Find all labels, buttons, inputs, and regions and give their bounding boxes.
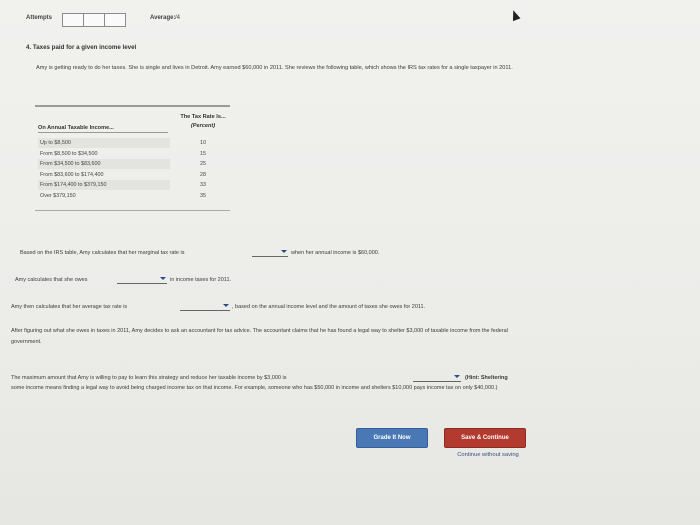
attempt-box <box>62 13 84 27</box>
grade-it-now-button[interactable]: Grade It Now <box>356 428 428 448</box>
col-header-rate-unit: (Percent) <box>190 123 216 129</box>
col-header-rate: The Tax Rate Is... (Percent) <box>177 113 229 131</box>
chevron-down-icon <box>454 375 460 378</box>
rate-cell: 25 <box>200 161 206 167</box>
save-and-continue-button[interactable]: Save & Continue <box>444 428 526 448</box>
chevron-down-icon <box>281 250 287 253</box>
chevron-down-icon <box>223 304 229 307</box>
table-body: Up to $8,500 10 From $8,500 to $34,500 1… <box>35 138 230 201</box>
q1-text-before: Based on the IRS table, Amy calculates t… <box>20 250 185 256</box>
q4-hint-text: some income means finding a legal way to… <box>11 385 498 391</box>
average-rate-dropdown[interactable] <box>180 302 230 311</box>
income-cell: Over $379,150 <box>40 192 76 199</box>
q2-text-after: in income taxes for 2011. <box>170 277 232 283</box>
attempts-label: Attempts <box>26 15 53 21</box>
question-intro: Amy is getting ready to do her taxes. Sh… <box>36 65 513 71</box>
table-row: From $174,400 to $379,150 33 <box>35 180 230 191</box>
rate-cell: 15 <box>200 150 206 157</box>
table-row: From $8,500 to $34,500 15 <box>35 149 230 160</box>
continue-without-saving-link[interactable]: Continue without saving <box>444 452 532 458</box>
max-payment-dropdown[interactable] <box>413 373 461 382</box>
table-top-rule <box>35 105 230 107</box>
rate-cell: 33 <box>200 182 206 188</box>
income-cell: Up to $8,500 <box>38 138 170 148</box>
q4-text-before: The maximum amount that Amy is willing t… <box>11 375 287 381</box>
marginal-rate-dropdown[interactable] <box>252 248 288 257</box>
attempt-box <box>104 13 126 27</box>
accountant-paragraph: After figuring out what she owes in taxe… <box>11 328 508 345</box>
taxes-owed-dropdown[interactable] <box>117 275 167 284</box>
income-cell: From $8,500 to $34,500 <box>40 150 98 157</box>
q4-hint-label: (Hint: Sheltering <box>465 375 508 381</box>
table-row: From $83,600 to $174,400 28 <box>35 170 230 181</box>
attempt-boxes <box>62 13 126 27</box>
q3-text-before: Amy then calculates that her average tax… <box>11 304 128 310</box>
table-row: From $34,500 to $83,600 25 <box>35 159 230 170</box>
q3-text-after: , based on the annual income level and t… <box>232 304 426 310</box>
income-cell: From $174,400 to $379,150 <box>38 180 170 190</box>
q1-text-after: when her annual income is $60,000. <box>291 250 380 256</box>
rate-cell: 10 <box>200 140 206 146</box>
question-title: 4. Taxes paid for a given income level <box>26 44 137 51</box>
table-row: Over $379,150 35 <box>35 191 230 202</box>
income-cell: From $34,500 to $83,600 <box>38 159 170 169</box>
tax-rate-table: The Tax Rate Is... (Percent) On Annual T… <box>35 105 230 213</box>
average-label: Average: <box>150 15 176 21</box>
header-bar: Attempts Average: /4 <box>0 0 700 40</box>
table-bottom-rule <box>35 210 230 211</box>
rate-cell: 28 <box>200 171 206 178</box>
table-row: Up to $8,500 10 <box>35 138 230 149</box>
page: Attempts Average: /4 4. Taxes paid for a… <box>0 0 700 525</box>
average-value: /4 <box>175 15 181 21</box>
income-cell: From $83,600 to $174,400 <box>40 171 104 178</box>
attempt-box <box>83 13 105 27</box>
chevron-down-icon <box>160 277 166 280</box>
rate-cell: 35 <box>200 192 206 199</box>
col-header-rate-label: The Tax Rate Is... <box>180 114 226 120</box>
q2-text-before: Amy calculates that she owes <box>15 277 88 283</box>
col-header-income: On Annual Taxable Income... <box>38 125 168 133</box>
